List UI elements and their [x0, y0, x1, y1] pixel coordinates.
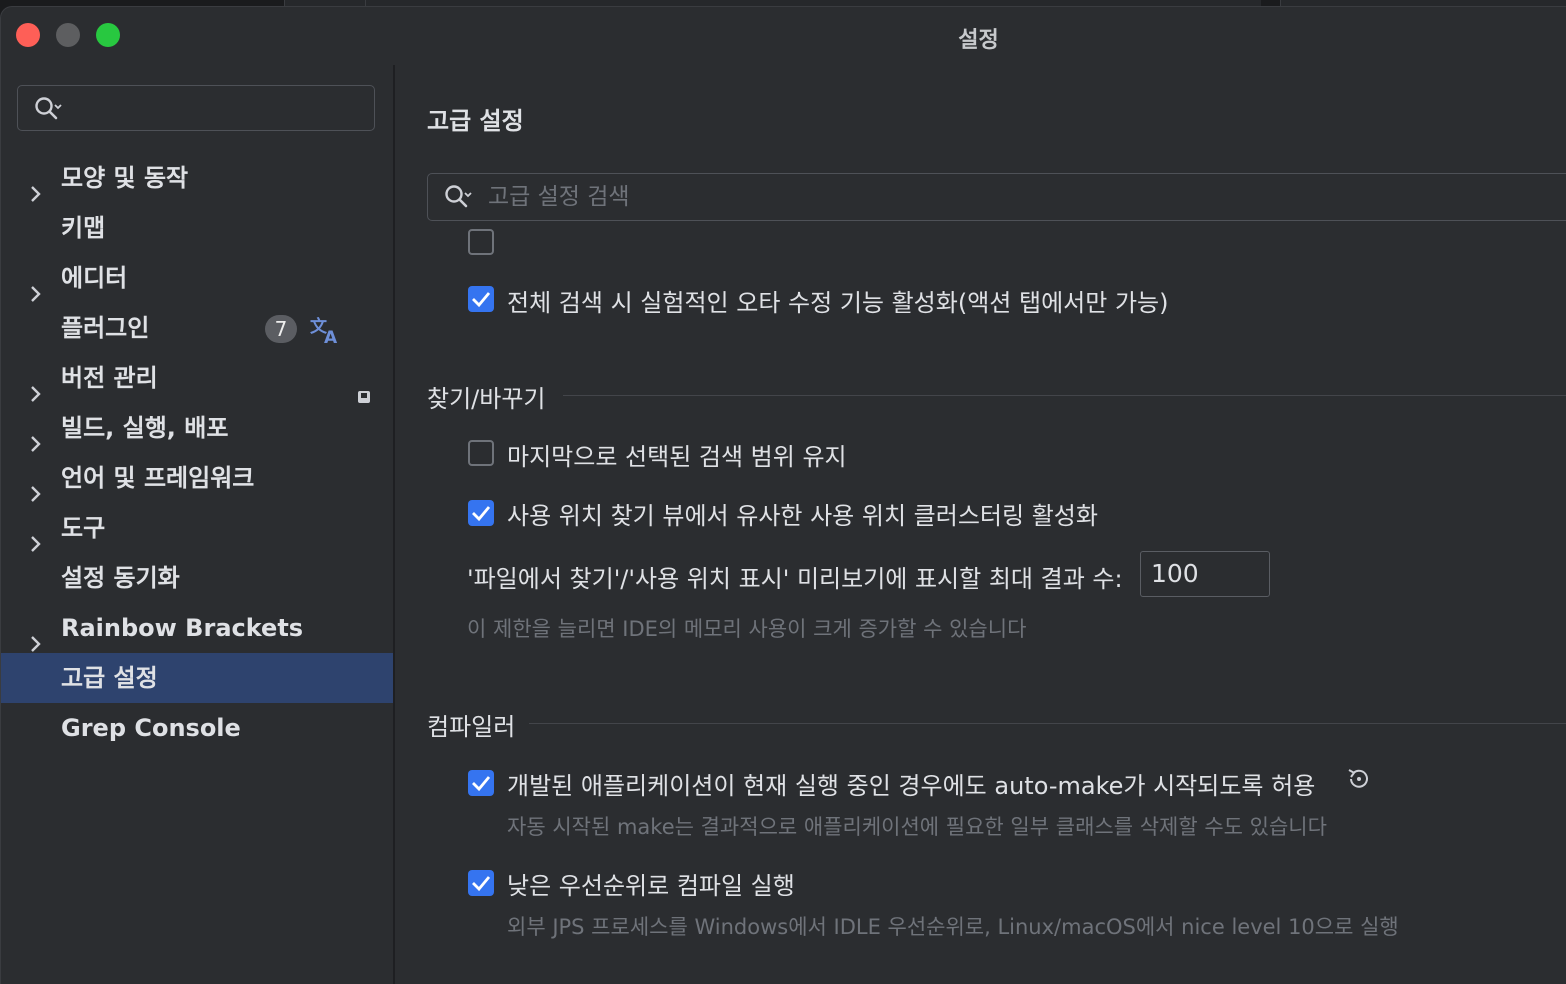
sidebar-item-label: 언어 및 프레임워크: [61, 464, 255, 492]
sidebar-item-rainbow-brackets[interactable]: Rainbow Brackets: [1, 603, 393, 653]
sidebar-item-label: 빌드, 실행, 배포: [61, 414, 229, 442]
section-title-compiler: 컴파일러: [427, 713, 516, 741]
sidebar-item-label: 플러그인: [61, 314, 150, 342]
auto-make-hint: 자동 시작된 make는 결과적으로 애플리케이션에 필요한 일부 클래스를 삭…: [507, 815, 1327, 839]
auto-make-label: 개발된 애플리케이션이 현재 실행 중인 경우에도 auto-make가 시작되…: [507, 772, 1316, 800]
sidebar-item-appearance[interactable]: 모양 및 동작: [1, 153, 393, 203]
sidebar-item-languages[interactable]: 언어 및 프레임워크: [1, 453, 393, 503]
sidebar-item-settings-sync[interactable]: 설정 동기화: [1, 553, 393, 603]
reset-icon[interactable]: [1345, 765, 1373, 797]
typo-correction-label: 전체 검색 시 실험적인 오타 수정 기능 활성화(액션 탭에서만 가능): [507, 289, 1169, 317]
max-results-input[interactable]: 100: [1140, 551, 1270, 597]
section-divider: [563, 395, 1566, 396]
settings-window: 설정 모양 및 동작 키맵 에디터 플러그인 7 文A 버전 관리 빌드, 실행…: [0, 6, 1566, 984]
page-title: 고급 설정: [427, 107, 524, 135]
sidebar-item-label: Grep Console: [61, 714, 241, 742]
cluster-usages-label: 사용 위치 찾기 뷰에서 유사한 사용 위치 클러스터링 활성화: [507, 502, 1098, 530]
sidebar-item-tools[interactable]: 도구: [1, 503, 393, 553]
max-results-hint: 이 제한을 늘리면 IDE의 메모리 사용이 크게 증가할 수 있습니다: [467, 617, 1027, 641]
cluster-usages-checkbox[interactable]: [468, 500, 494, 526]
sidebar-item-advanced-settings[interactable]: 고급 설정: [1, 653, 393, 703]
auto-make-checkbox[interactable]: [468, 770, 494, 796]
sidebar-item-version-control[interactable]: 버전 관리: [1, 353, 393, 403]
section-title-find-replace: 찾기/바꾸기: [427, 385, 546, 413]
settings-content: 고급 설정 전체 검색 시 실험적인 오타 수정 기능 활성화(액션 탭에서만 …: [395, 63, 1566, 984]
sidebar-item-label: 설정 동기화: [61, 564, 180, 592]
plugin-update-badge: 7: [265, 315, 297, 343]
sidebar-item-label: 도구: [61, 514, 106, 542]
keep-search-scope-checkbox[interactable]: [468, 440, 494, 466]
sidebar-item-label: 키맵: [61, 214, 106, 242]
sidebar-search-input[interactable]: [17, 85, 375, 131]
svg-text:A: A: [324, 328, 338, 346]
sidebar-item-keymap[interactable]: 키맵: [1, 203, 393, 253]
low-priority-compile-hint: 외부 JPS 프로세스를 Windows에서 IDLE 우선순위로, Linux…: [507, 915, 1399, 939]
typo-correction-checkbox[interactable]: [468, 286, 494, 312]
sidebar-item-label: Rainbow Brackets: [61, 614, 304, 642]
search-icon: [444, 184, 474, 214]
title-bar: 설정: [1, 7, 1566, 63]
sidebar-item-plugins[interactable]: 플러그인 7 文A: [1, 303, 393, 353]
sidebar-item-grep-console[interactable]: Grep Console: [1, 703, 393, 753]
sidebar-item-label: 모양 및 동작: [61, 164, 189, 192]
settings-nav: 모양 및 동작 키맵 에디터 플러그인 7 文A 버전 관리 빌드, 실행, 배…: [1, 153, 393, 753]
section-divider: [529, 723, 1566, 724]
sidebar-item-build[interactable]: 빌드, 실행, 배포: [1, 403, 393, 453]
sidebar-item-editor[interactable]: 에디터: [1, 253, 393, 303]
advanced-settings-search-input[interactable]: [486, 180, 1390, 214]
max-results-label: '파일에서 찾기'/'사용 위치 표시' 미리보기에 표시할 최대 결과 수:: [467, 565, 1123, 593]
advanced-settings-search[interactable]: [427, 173, 1566, 221]
low-priority-compile-label: 낮은 우선순위로 컴파일 실행: [507, 872, 795, 900]
window-title: 설정: [958, 28, 999, 53]
sidebar-item-label: 고급 설정: [61, 664, 158, 692]
low-priority-compile-checkbox[interactable]: [468, 870, 494, 896]
settings-scroll-area[interactable]: 전체 검색 시 실험적인 오타 수정 기능 활성화(액션 탭에서만 가능) 찾기…: [395, 223, 1566, 984]
sidebar-item-label: 버전 관리: [61, 364, 158, 392]
settings-sidebar: 모양 및 동작 키맵 에디터 플러그인 7 文A 버전 관리 빌드, 실행, 배…: [1, 63, 393, 984]
option-checkbox[interactable]: [468, 229, 494, 255]
search-icon: [34, 96, 64, 126]
keep-search-scope-label: 마지막으로 선택된 검색 범위 유지: [507, 443, 847, 471]
sidebar-item-label: 에디터: [61, 264, 128, 292]
